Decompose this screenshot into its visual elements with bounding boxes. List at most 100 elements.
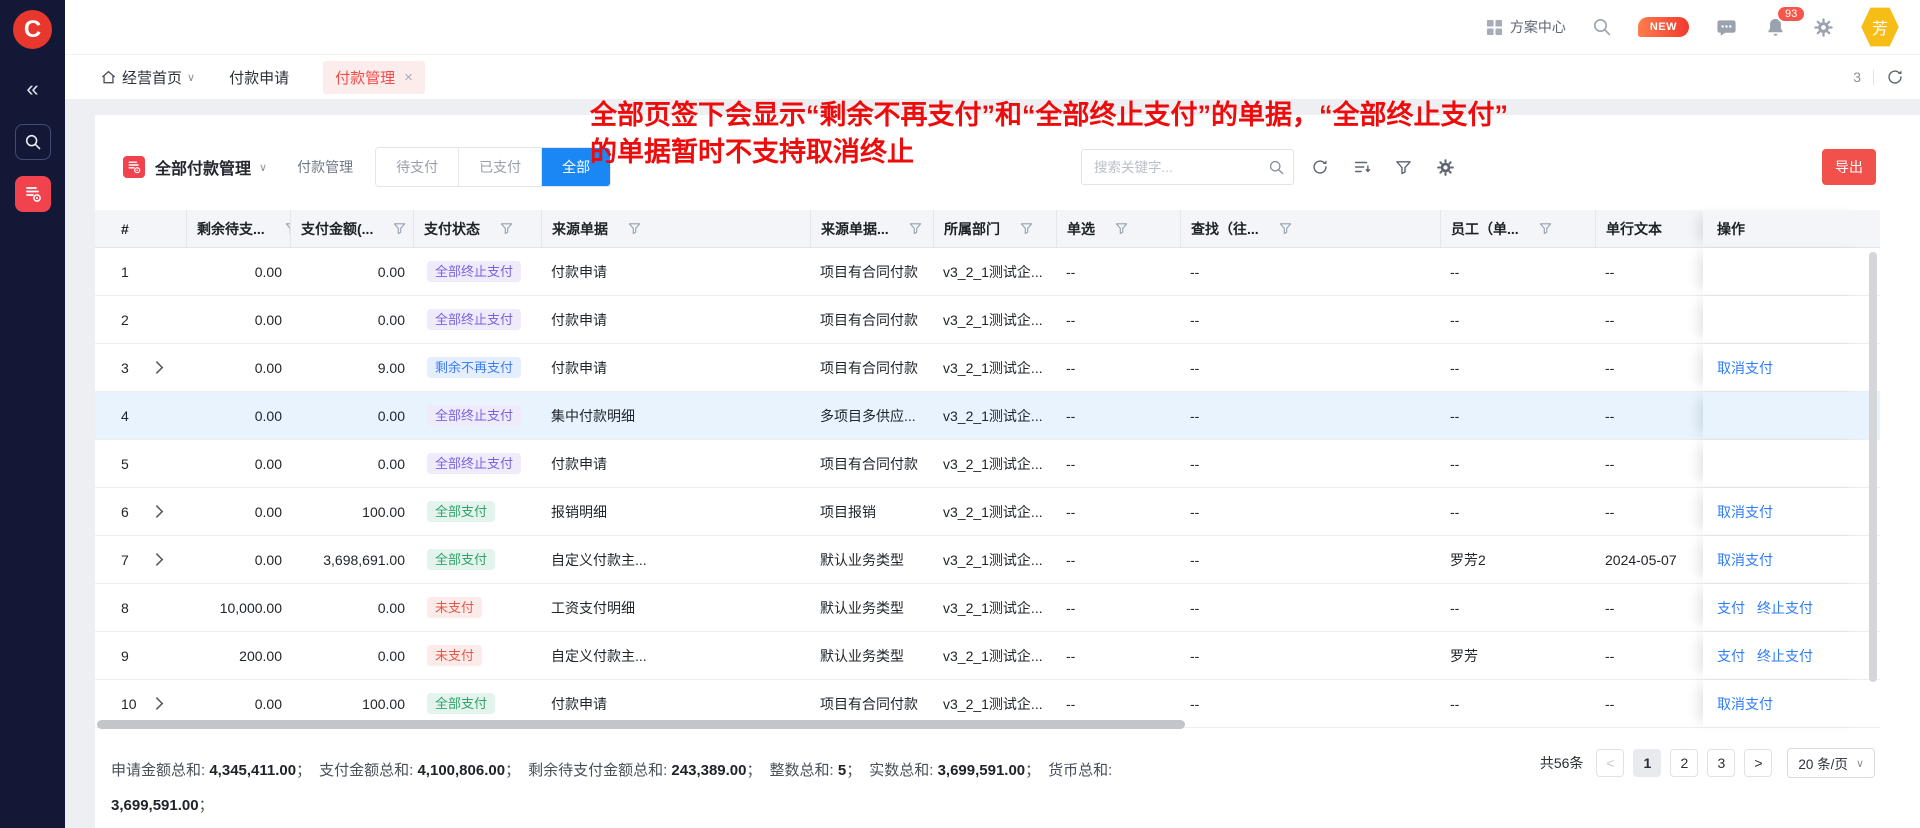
- user-avatar[interactable]: 芳: [1860, 6, 1900, 48]
- column-header-2[interactable]: 支付金额(...: [290, 210, 413, 247]
- cancel-payment-link[interactable]: 取消支付: [1717, 694, 1773, 714]
- radio-cell: --: [1056, 632, 1180, 679]
- horizontal-scrollbar[interactable]: [97, 720, 1185, 729]
- payment-status-cell: 全部支付: [413, 536, 541, 583]
- table-row[interactable]: 60.00100.00全部支付报销明细项目报销v3_2_1测试企...-----…: [95, 488, 1880, 536]
- app-logo-letter: C: [24, 16, 41, 44]
- settings-gear-icon[interactable]: [1813, 17, 1834, 38]
- column-filter-icon[interactable]: [1539, 222, 1552, 235]
- cancel-payment-link[interactable]: 取消支付: [1717, 502, 1773, 522]
- payment-status-cell: 未支付: [413, 632, 541, 679]
- table-row[interactable]: 810,000.000.00未支付工资支付明细默认业务类型v3_2_1测试企..…: [95, 584, 1880, 632]
- filter-icon[interactable]: [1395, 159, 1412, 176]
- column-label: 员工（单...: [1451, 219, 1519, 239]
- column-header-0[interactable]: #: [95, 210, 186, 247]
- column-header-10[interactable]: 单行文本: [1595, 210, 1703, 247]
- view-title[interactable]: 全部付款管理: [155, 155, 251, 179]
- table-row[interactable]: 20.000.00全部终止支付付款申请项目有合同付款v3_2_1测试企...--…: [95, 296, 1880, 344]
- collapse-sidebar-button[interactable]: «: [0, 76, 65, 102]
- pay-link[interactable]: 支付: [1717, 598, 1745, 618]
- grid-icon: [1486, 19, 1503, 36]
- column-filter-icon[interactable]: [500, 222, 513, 235]
- column-header-7[interactable]: 单选: [1056, 210, 1180, 247]
- text-cell: --: [1595, 344, 1703, 391]
- text-cell: --: [1595, 680, 1703, 727]
- page-button-3[interactable]: 3: [1707, 749, 1735, 777]
- refresh-tabs-icon[interactable]: [1886, 68, 1904, 86]
- chevron-down-icon[interactable]: ∨: [259, 161, 267, 174]
- column-header-6[interactable]: 所属部门: [933, 210, 1056, 247]
- search-icon[interactable]: [1592, 17, 1612, 37]
- table-row[interactable]: 50.000.00全部终止支付付款申请项目有合同付款v3_2_1测试企...--…: [95, 440, 1880, 488]
- tab-payment-request[interactable]: 付款申请: [229, 67, 289, 88]
- column-header-5[interactable]: 来源单据...: [810, 210, 933, 247]
- page-size-select[interactable]: 20 条/页 ∨: [1787, 748, 1875, 778]
- column-filter-icon[interactable]: [393, 222, 406, 235]
- employee-cell: --: [1440, 296, 1595, 343]
- notification-bell-icon[interactable]: 93: [1764, 16, 1787, 39]
- payments-table: #剩余待支...支付金额(...支付状态来源单据来源单据... 所属部门单选查找（…: [95, 210, 1880, 728]
- column-header-1[interactable]: 剩余待支...: [186, 210, 290, 247]
- column-filter-icon[interactable]: [1115, 222, 1128, 235]
- chat-icon[interactable]: [1715, 16, 1738, 39]
- filter-tab-全部[interactable]: 全部: [541, 148, 610, 186]
- expand-row-icon[interactable]: [155, 697, 164, 710]
- column-filter-icon[interactable]: [909, 222, 922, 235]
- page-button-2[interactable]: 2: [1670, 749, 1698, 777]
- column-filter-icon[interactable]: [1279, 222, 1292, 235]
- source-type-cell: 默认业务类型: [810, 536, 933, 583]
- terminate-payment-link[interactable]: 终止支付: [1757, 646, 1813, 666]
- expand-row-icon[interactable]: [155, 361, 164, 374]
- table-row[interactable]: 10.000.00全部终止支付付款申请项目有合同付款v3_2_1测试企...--…: [95, 248, 1880, 296]
- remaining-amount-cell: 0.00: [186, 536, 290, 583]
- next-page-button[interactable]: >: [1744, 749, 1772, 777]
- avatar-text: 芳: [1872, 15, 1888, 39]
- vertical-scrollbar[interactable]: [1869, 252, 1877, 682]
- column-label: 查找（往...: [1191, 219, 1259, 239]
- column-header-8[interactable]: 查找（往...: [1180, 210, 1440, 247]
- text-cell: --: [1595, 632, 1703, 679]
- column-header-3[interactable]: 支付状态: [413, 210, 541, 247]
- close-tab-icon[interactable]: ×: [404, 69, 413, 86]
- pay-link[interactable]: 支付: [1717, 646, 1745, 666]
- table-row[interactable]: 30.009.00剩余不再支付付款申请项目有合同付款v3_2_1测试企...--…: [95, 344, 1880, 392]
- column-filter-icon[interactable]: [1020, 222, 1033, 235]
- new-badge[interactable]: NEW: [1638, 17, 1689, 37]
- cancel-payment-link[interactable]: 取消支付: [1717, 550, 1773, 570]
- column-header-9[interactable]: 员工（单...: [1440, 210, 1595, 247]
- table-row[interactable]: 40.000.00全部终止支付集中付款明细多项目多供应...v3_2_1测试企.…: [95, 392, 1880, 440]
- column-label: 来源单据...: [821, 219, 889, 239]
- summary-stats: 申请金额总和: 4,345,411.00；支付金额总和: 4,100,806.0…: [111, 753, 1171, 823]
- actions-cell: [1703, 392, 1867, 439]
- column-filter-icon[interactable]: [628, 222, 641, 235]
- nav-label-payment-management[interactable]: 付款管理: [297, 157, 353, 177]
- source-doc-cell: 付款申请: [541, 440, 810, 487]
- tab-home[interactable]: 经营首页 ∨: [100, 67, 195, 88]
- expand-row-icon[interactable]: [155, 505, 164, 518]
- sidebar-search-button[interactable]: [15, 124, 51, 160]
- row-density-icon[interactable]: [1353, 158, 1371, 176]
- search-input[interactable]: [1094, 160, 1268, 175]
- tab-payment-management-label: 付款管理: [335, 67, 395, 88]
- tab-payment-management[interactable]: 付款管理 ×: [323, 61, 425, 94]
- prev-page-button[interactable]: <: [1596, 749, 1624, 777]
- filter-tab-已支付[interactable]: 已支付: [458, 148, 541, 186]
- export-button[interactable]: 导出: [1822, 149, 1876, 185]
- terminate-payment-link[interactable]: 终止支付: [1757, 598, 1813, 618]
- search-icon[interactable]: [1268, 159, 1285, 176]
- expand-row-icon[interactable]: [155, 553, 164, 566]
- table-settings-gear-icon[interactable]: [1436, 158, 1455, 177]
- table-row[interactable]: 9200.000.00未支付自定义付款主...默认业务类型v3_2_1测试企..…: [95, 632, 1880, 680]
- search-icon: [24, 133, 42, 151]
- cancel-payment-link[interactable]: 取消支付: [1717, 358, 1773, 378]
- lookup-cell: --: [1180, 680, 1440, 727]
- table-row[interactable]: 70.003,698,691.00全部支付自定义付款主...默认业务类型v3_2…: [95, 536, 1880, 584]
- refresh-icon[interactable]: [1311, 158, 1329, 176]
- solution-center-button[interactable]: 方案中心: [1486, 17, 1566, 37]
- filter-tab-待支付[interactable]: 待支付: [376, 148, 458, 186]
- column-header-4[interactable]: 来源单据: [541, 210, 810, 247]
- page-button-1[interactable]: 1: [1633, 749, 1661, 777]
- text-cell: --: [1595, 488, 1703, 535]
- app-logo[interactable]: C: [13, 10, 52, 49]
- sidebar-app-payment-icon[interactable]: [15, 176, 51, 212]
